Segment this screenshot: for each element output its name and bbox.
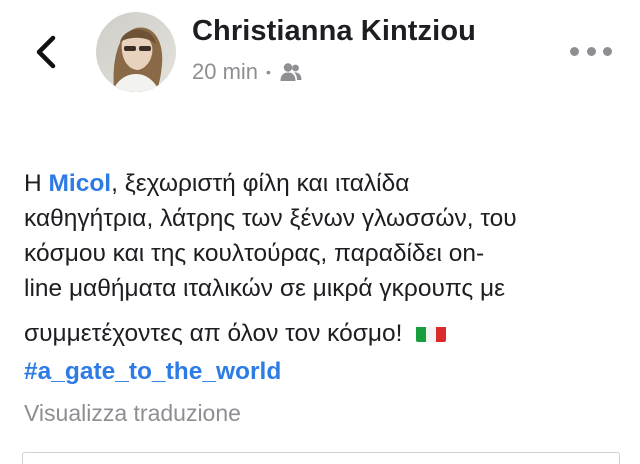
more-dot [570,46,579,56]
post-line: κόσμου και της κουλτούρας, παραδίδει on- [24,240,485,267]
post-line: καθηγήτρια, λάτρης των ξένων γλωσσών, το… [24,205,517,232]
comment-input[interactable] [22,452,620,464]
more-dot [603,46,612,56]
hashtag-line: #a_gate_to_the_world [24,356,281,388]
post-meta: 20 min • [192,58,302,86]
friends-icon[interactable] [280,62,302,82]
more-options-button[interactable] [570,38,612,64]
italy-flag-icon [416,322,447,342]
post-line: Η Micol, ξεχωριστή φίλη και ιταλίδα [24,166,624,201]
meta-separator: • [266,64,271,80]
avatar[interactable] [96,12,176,92]
post-text-segment: συμμετέχοντες απ όλον τον κόσμο! [24,320,403,347]
post-line: συμμετέχοντες απ όλον τον κόσμο! [24,316,624,351]
post-view: Christianna Kintziou 20 min • Η Micol, ξ… [0,0,640,464]
post-text-prefix: Η [24,170,49,197]
back-button[interactable] [28,30,64,74]
hashtag-link[interactable]: #a_gate_to_the_world [24,358,281,385]
mention-link[interactable]: Micol [49,170,112,197]
post-line: line μαθήματα ιταλικών σε μικρά γκρουπς … [24,275,506,302]
post-text-segment: , ξεχωριστή φίλη και ιταλίδα [111,170,410,197]
see-translation-link[interactable]: Visualizza traduzione [24,400,241,427]
post-text: Η Micol, ξεχωριστή φίλη και ιταλίδα καθη… [24,166,624,351]
more-dot [586,46,596,56]
chevron-left-icon [36,35,56,69]
author-name[interactable]: Christianna Kintziou [192,15,476,48]
post-time[interactable]: 20 min [192,59,258,85]
